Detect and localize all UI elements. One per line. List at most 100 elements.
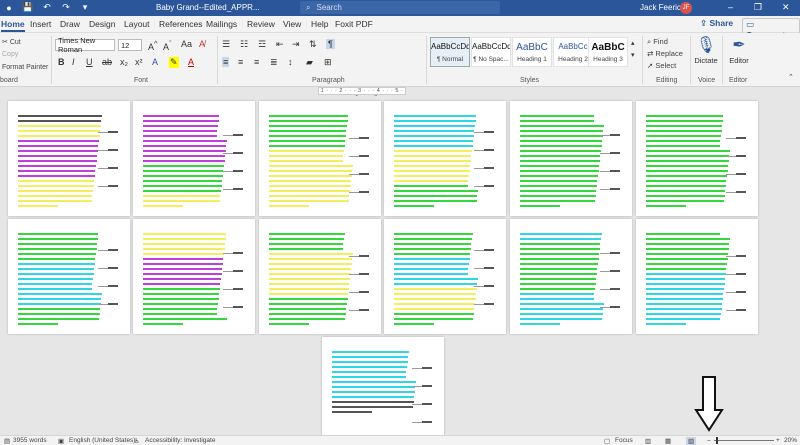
bold-icon[interactable]: B	[58, 57, 65, 67]
page-thumbnail[interactable]	[510, 101, 632, 216]
page-thumbnail[interactable]	[636, 219, 758, 334]
customize-icon[interactable]: ▾	[80, 2, 90, 13]
show-formatting-icon[interactable]: ¶	[326, 39, 335, 49]
subscript-icon[interactable]: x₂	[120, 57, 128, 67]
clear-formatting-icon[interactable]: A̸	[199, 39, 205, 49]
proofing-icon[interactable]: ▣	[58, 437, 64, 445]
web-layout-icon[interactable]: ▧	[686, 437, 697, 445]
justify-icon[interactable]: ≣	[270, 57, 278, 68]
bullets-icon[interactable]: ☰	[222, 39, 230, 50]
page-indicator-icon[interactable]: ▤	[4, 437, 10, 445]
italic-icon[interactable]: I	[72, 57, 75, 67]
tab-home[interactable]: Home	[1, 19, 25, 32]
page-thumbnail[interactable]	[322, 337, 444, 445]
page-thumbnail[interactable]	[259, 101, 381, 216]
search-box[interactable]: ⌕ Search	[300, 1, 500, 14]
strikethrough-icon[interactable]: ab	[102, 57, 112, 67]
accessibility-icon[interactable]: ♿	[134, 437, 140, 445]
minimize-button[interactable]: –	[728, 2, 733, 12]
tab-view[interactable]: View	[283, 19, 301, 29]
shrink-font-icon[interactable]: Aˇ	[163, 39, 172, 52]
copy-button[interactable]: Copy	[2, 51, 18, 58]
find-button[interactable]: ⌕ Find	[647, 37, 668, 47]
page-thumbnail[interactable]	[384, 101, 506, 216]
save-icon[interactable]: 💾	[22, 2, 33, 13]
style-heading-1[interactable]: AaBbC Heading 1	[512, 37, 552, 67]
font-family-select[interactable]: Times New Roman	[55, 36, 115, 54]
select-button[interactable]: ➚ Select	[647, 61, 676, 70]
align-center-icon[interactable]: ≡	[238, 57, 243, 67]
format-painter-button[interactable]: Format Painter	[2, 64, 48, 71]
highlight-icon[interactable]: ✎	[169, 57, 179, 68]
replace-button[interactable]: ⇄ Replace	[647, 49, 683, 58]
zoom-out-button[interactable]: –	[707, 437, 711, 444]
horizontal-ruler[interactable]: 1 · · · 2 · · · 3 · · · 4 · · · 5 · · · …	[318, 87, 406, 101]
multilevel-list-icon[interactable]: ☲	[258, 39, 266, 50]
page-thumbnail[interactable]	[259, 219, 381, 334]
style-heading-2[interactable]: AaBbCc Heading 2	[553, 37, 593, 67]
close-button[interactable]: ✕	[782, 2, 790, 13]
change-case-icon[interactable]: Aa	[181, 39, 192, 49]
tab-references[interactable]: References	[159, 19, 202, 29]
styles-scroll-down-icon[interactable]: ▾	[631, 51, 635, 59]
page-thumbnail[interactable]	[133, 219, 255, 334]
align-left-icon[interactable]: ≡	[222, 57, 230, 67]
styles-scroll-up-icon[interactable]: ▴	[631, 39, 635, 47]
sort-icon[interactable]: ⇅	[309, 39, 317, 50]
zoom-in-button[interactable]: +	[776, 437, 780, 444]
cut-button[interactable]: ✂ Cut	[2, 38, 21, 46]
font-color-icon[interactable]: A	[188, 57, 194, 67]
style-normal[interactable]: AaBbCcDd ¶ Normal	[430, 37, 470, 67]
increase-indent-icon[interactable]: ⇥	[292, 39, 300, 50]
grow-font-icon[interactable]: A^	[148, 39, 158, 52]
borders-icon[interactable]: ⊞	[324, 57, 332, 68]
share-button[interactable]: ⇪ Share	[700, 18, 733, 29]
language[interactable]: English (United States)	[69, 437, 135, 444]
tab-mailings[interactable]: Mailings	[206, 19, 237, 29]
decrease-indent-icon[interactable]: ⇤	[276, 39, 284, 50]
user-name[interactable]: Jack Feerick	[640, 3, 685, 12]
accessibility-status[interactable]: Accessibility: Investigate	[145, 437, 215, 444]
tab-help[interactable]: Help	[311, 19, 328, 29]
page-thumbnail[interactable]	[8, 101, 130, 216]
text-effects-icon[interactable]: A	[152, 57, 158, 67]
page-thumbnail[interactable]	[384, 219, 506, 334]
font-size-select[interactable]: 12	[118, 39, 142, 51]
tab-draw[interactable]: Draw	[60, 19, 80, 29]
page-thumbnail[interactable]	[510, 219, 632, 334]
page-thumbnail[interactable]	[636, 101, 758, 216]
dictate-button[interactable]: 🎙 Dictate	[694, 36, 718, 65]
underline-icon[interactable]: U	[86, 57, 93, 67]
shading-icon[interactable]: ▰	[306, 57, 313, 68]
zoom-level[interactable]: 20%	[784, 437, 797, 444]
zoom-slider[interactable]	[714, 440, 774, 441]
page-thumbnail[interactable]	[133, 101, 255, 216]
print-layout-icon[interactable]: ▦	[665, 437, 671, 445]
tab-foxit-pdf[interactable]: Foxit PDF	[335, 19, 373, 29]
tab-design[interactable]: Design	[89, 19, 115, 29]
restore-button[interactable]: ❐	[754, 2, 762, 13]
style-no-spacing[interactable]: AaBbCcDd ¶ No Spac...	[471, 37, 511, 67]
undo-icon[interactable]: ↶	[42, 2, 52, 13]
avatar[interactable]: JF	[680, 2, 692, 14]
text-line	[394, 278, 478, 280]
editor-button[interactable]: ✒ Editor	[727, 36, 751, 65]
word-count[interactable]: 3955 words	[13, 437, 47, 444]
zoom-slider-thumb[interactable]	[716, 437, 718, 444]
document-canvas[interactable]	[0, 96, 800, 445]
focus-icon[interactable]: ▢	[604, 437, 610, 445]
focus-button[interactable]: Focus	[615, 437, 633, 444]
tab-layout[interactable]: Layout	[124, 19, 150, 29]
style-heading-3[interactable]: AaBbC Heading 3	[588, 37, 628, 67]
collapse-ribbon-icon[interactable]: ⌃	[788, 73, 794, 81]
align-right-icon[interactable]: ≡	[254, 57, 259, 67]
redo-icon[interactable]: ↷	[61, 2, 71, 13]
superscript-icon[interactable]: x²	[135, 57, 143, 67]
tab-review[interactable]: Review	[247, 19, 275, 29]
autosave-icon[interactable]: ●	[4, 2, 14, 13]
page-thumbnail[interactable]	[8, 219, 130, 334]
line-spacing-icon[interactable]: ↕	[288, 57, 293, 67]
numbering-icon[interactable]: ☷	[240, 39, 248, 50]
read-mode-icon[interactable]: ▥	[645, 437, 651, 445]
tab-insert[interactable]: Insert	[30, 19, 51, 29]
